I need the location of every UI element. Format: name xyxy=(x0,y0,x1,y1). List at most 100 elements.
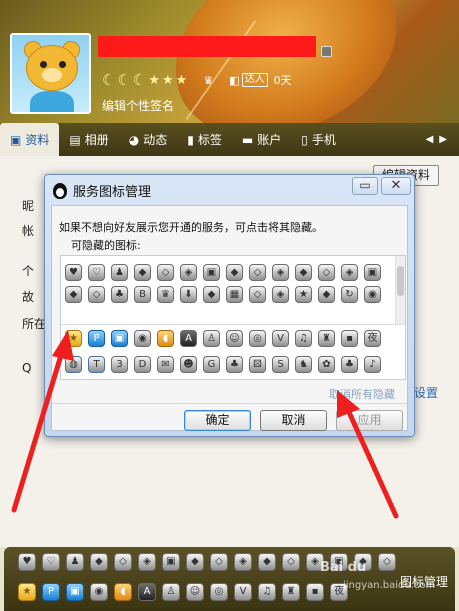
3d-icon[interactable]: 3 xyxy=(111,356,128,373)
shield-icon[interactable]: ◖ xyxy=(114,583,132,601)
settings-link[interactable]: 设置 xyxy=(414,384,438,401)
v-shield-icon[interactable]: V xyxy=(234,583,252,601)
arrow-down-icon[interactable]: ⬇ xyxy=(180,286,197,303)
webcam-icon[interactable]: ◉ xyxy=(90,583,108,601)
diamond-icon[interactable]: ◆ xyxy=(134,264,151,281)
qq-show-icon[interactable]: ▣ xyxy=(162,553,180,571)
people-icon[interactable]: ♙ xyxy=(162,583,180,601)
v-shield-icon[interactable]: V xyxy=(272,330,289,347)
penguin-icon[interactable]: ♟ xyxy=(66,553,84,571)
qq-show-icon[interactable]: ▣ xyxy=(203,264,220,281)
app-icon[interactable]: A xyxy=(138,583,156,601)
camera-icon[interactable]: ▪ xyxy=(306,583,324,601)
bird-icon[interactable]: ♞ xyxy=(295,356,312,373)
gift-icon[interactable]: ▦ xyxy=(226,286,243,303)
pet-icon[interactable]: ♣ xyxy=(341,356,358,373)
pet-icon[interactable]: ♣ xyxy=(111,286,128,303)
signature-edit[interactable]: 编辑个性签名 xyxy=(102,97,174,114)
diamond-icon[interactable]: ◇ xyxy=(378,553,396,571)
diamond-icon[interactable]: ◇ xyxy=(318,264,335,281)
smile-icon[interactable]: ☺ xyxy=(186,583,204,601)
icon-manage-link[interactable]: 图标管理 xyxy=(400,573,448,590)
diamond-icon[interactable]: ◆ xyxy=(203,286,220,303)
penguin-icon[interactable]: ♟ xyxy=(111,264,128,281)
diamond-icon[interactable]: ◇ xyxy=(114,553,132,571)
cancel-all-hidden-link[interactable]: 取消所有隐藏 xyxy=(329,386,395,402)
star-icon[interactable]: ★ xyxy=(295,286,312,303)
webcam-icon[interactable]: ◉ xyxy=(134,330,151,347)
crown-icon[interactable]: ♛ xyxy=(157,286,174,303)
close-button[interactable]: ✕ xyxy=(381,177,411,195)
diamond-icon[interactable]: ◇ xyxy=(157,264,174,281)
heart-icon[interactable]: ♥ xyxy=(65,264,82,281)
diamond-icon[interactable]: ◇ xyxy=(88,286,105,303)
d-icon[interactable]: D xyxy=(134,356,151,373)
apply-button[interactable]: 应用 xyxy=(336,410,403,431)
antivirus-icon[interactable]: ◍ xyxy=(65,356,82,373)
diamond-icon[interactable]: ◆ xyxy=(90,553,108,571)
app-icon[interactable]: A xyxy=(180,330,197,347)
icon-panel-scrollbar[interactable] xyxy=(395,256,405,325)
people-icon[interactable]: ♙ xyxy=(203,330,220,347)
nickname-edit-icon[interactable] xyxy=(321,46,332,57)
double-heart-icon[interactable]: ♡ xyxy=(88,264,105,281)
minimize-button[interactable]: ▭ xyxy=(352,177,378,195)
diamond-icon[interactable]: ◆ xyxy=(186,553,204,571)
tab-profile[interactable]: ▣ 资料 xyxy=(0,123,60,156)
music-note-icon[interactable]: ♪ xyxy=(364,356,381,373)
photo-icon[interactable]: ▣ xyxy=(66,583,84,601)
music-icon[interactable]: ♫ xyxy=(295,330,312,347)
face-icon[interactable]: ☻ xyxy=(180,356,197,373)
clover-icon[interactable]: ♣ xyxy=(226,356,243,373)
diamond-icon[interactable]: ◇ xyxy=(249,286,266,303)
diamond-icon[interactable]: ◆ xyxy=(258,553,276,571)
diamond-icon[interactable]: ◈ xyxy=(180,264,197,281)
b-icon[interactable]: B xyxy=(134,286,151,303)
qq-zone-icon[interactable]: P xyxy=(88,330,105,347)
diamond-icon[interactable]: ◈ xyxy=(272,286,289,303)
diamond-icon[interactable]: ◇ xyxy=(210,553,228,571)
diamond-icon[interactable]: ◆ xyxy=(226,264,243,281)
qq-zone-icon[interactable]: P xyxy=(42,583,60,601)
music-icon[interactable]: ♫ xyxy=(258,583,276,601)
tab-activity[interactable]: ◕ 动态 xyxy=(119,123,178,156)
refresh-icon[interactable]: ↻ xyxy=(341,286,358,303)
tab-phone[interactable]: ▯ 手机 xyxy=(291,123,346,156)
diamond-icon[interactable]: ◇ xyxy=(282,553,300,571)
tab-scroll-arrows[interactable]: ◀▶ xyxy=(426,134,459,145)
mail-icon[interactable]: ✉ xyxy=(157,356,174,373)
star-icon[interactable]: ★ xyxy=(18,583,36,601)
diamond-icon[interactable]: ◈ xyxy=(234,553,252,571)
diamond-icon[interactable]: ◆ xyxy=(318,286,335,303)
steering-icon[interactable]: ◎ xyxy=(210,583,228,601)
butterfly-icon[interactable]: ✿ xyxy=(318,356,335,373)
tab-tags[interactable]: ▮ 标签 xyxy=(177,123,232,156)
diamond-icon[interactable]: ◇ xyxy=(249,264,266,281)
avatar[interactable] xyxy=(10,33,91,114)
diamond-icon[interactable]: ◈ xyxy=(272,264,289,281)
diamond-icon[interactable]: ◈ xyxy=(138,553,156,571)
talent-badge[interactable]: ♛ ◧ 达人 0天 xyxy=(203,72,292,88)
scroll-thumb[interactable] xyxy=(397,266,404,296)
steering-icon[interactable]: ◎ xyxy=(249,330,266,347)
rocket-icon[interactable]: ◉ xyxy=(364,286,381,303)
photo-icon[interactable]: ▣ xyxy=(111,330,128,347)
heart-icon[interactable]: ♥ xyxy=(18,553,36,571)
diamond-icon[interactable]: ◆ xyxy=(295,264,312,281)
shirt-icon[interactable]: ♜ xyxy=(282,583,300,601)
ok-button[interactable]: 确定 xyxy=(184,410,251,431)
dice-icon[interactable]: ⚄ xyxy=(249,356,266,373)
qq-show-icon[interactable]: ▣ xyxy=(364,264,381,281)
star-icon[interactable]: ★ xyxy=(65,330,82,347)
camera-icon[interactable]: ▪ xyxy=(341,330,358,347)
tab-account[interactable]: ▬ 账户 xyxy=(232,123,291,156)
diamond-icon[interactable]: ◆ xyxy=(65,286,82,303)
s-icon[interactable]: S xyxy=(272,356,289,373)
double-heart-icon[interactable]: ♡ xyxy=(42,553,60,571)
smile-icon[interactable]: ☺ xyxy=(226,330,243,347)
tab-album[interactable]: ▤ 相册 xyxy=(59,123,118,156)
cancel-button[interactable]: 取消 xyxy=(260,410,327,431)
g-icon[interactable]: G xyxy=(203,356,220,373)
shield-t-icon[interactable]: T xyxy=(88,356,105,373)
shield-icon[interactable]: ◖ xyxy=(157,330,174,347)
